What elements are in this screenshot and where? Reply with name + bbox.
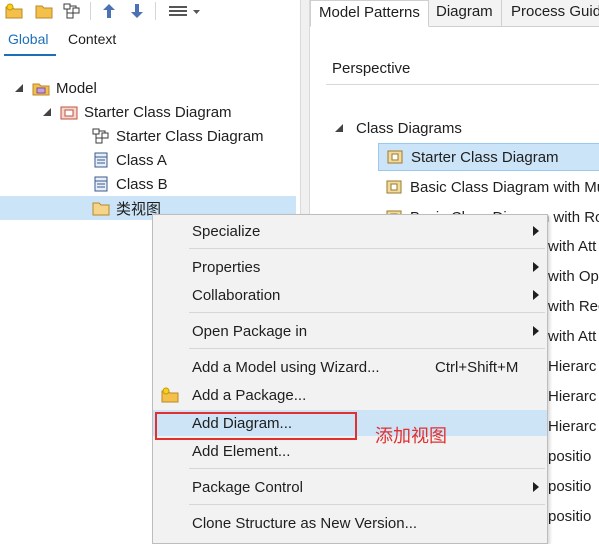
tree-item-label: Starter Class Diagram xyxy=(84,103,232,121)
new-model-icon[interactable] xyxy=(2,0,26,22)
menu-item-properties[interactable]: Properties xyxy=(153,254,547,280)
menu-icon[interactable] xyxy=(164,0,204,22)
tree-item-starter-package[interactable]: Starter Class Diagram xyxy=(40,100,300,124)
submenu-arrow-icon xyxy=(533,482,539,492)
pattern-label: Starter Class Diagram xyxy=(411,148,559,166)
folder-icon xyxy=(92,199,110,217)
perspective-label[interactable]: Perspective xyxy=(332,60,410,77)
tree-item-class-a[interactable]: Class A xyxy=(74,148,300,172)
tree-item-label: Class B xyxy=(116,175,168,193)
menu-item-label: Package Control xyxy=(192,478,303,496)
submenu-arrow-icon xyxy=(533,226,539,236)
pattern-group-class-diagrams[interactable]: Class Diagrams xyxy=(334,116,462,140)
tab-process-guidance[interactable]: Process Guid xyxy=(503,0,599,26)
context-menu: Specialize Properties Collaboration Open… xyxy=(152,214,548,544)
new-folder-icon[interactable] xyxy=(32,0,56,22)
expanded-triangle-icon[interactable] xyxy=(12,81,26,95)
model-package-icon xyxy=(32,79,50,97)
tab-global[interactable]: Global xyxy=(8,31,48,47)
menu-separator xyxy=(189,468,545,469)
menu-item-shortcut: Ctrl+Shift+M xyxy=(435,358,519,376)
submenu-arrow-icon xyxy=(533,326,539,336)
group-label: Class Diagrams xyxy=(356,119,462,137)
menu-item-label: Add a Model using Wizard... xyxy=(192,358,380,376)
menu-separator xyxy=(189,348,545,349)
menu-item-add-model-wizard[interactable]: Add a Model using Wizard... Ctrl+Shift+M xyxy=(153,354,547,380)
pattern-item[interactable]: Starter Class Diagram xyxy=(378,143,599,171)
submenu-arrow-icon xyxy=(533,290,539,300)
tab-model-patterns[interactable]: Model Patterns xyxy=(310,0,429,27)
menu-item-label: Open Package in xyxy=(192,322,308,340)
tree-item-starter-diagram[interactable]: Starter Class Diagram xyxy=(74,124,300,148)
menu-item-label: Specialize xyxy=(192,222,261,240)
menu-item-clone-structure[interactable]: Clone Structure as New Version... xyxy=(153,510,547,536)
menu-item-specialize[interactable]: Specialize xyxy=(153,218,547,244)
diagram-icon[interactable] xyxy=(60,0,84,22)
class-icon xyxy=(92,175,110,193)
class-diagram-icon xyxy=(92,127,110,145)
pattern-item-clipped[interactable]: Hierarc xyxy=(548,355,596,379)
tree-item-class-b[interactable]: Class B xyxy=(74,172,300,196)
annotation-text: 添加视图 xyxy=(375,426,447,447)
expanded-triangle-icon[interactable] xyxy=(40,105,54,119)
add-package-icon xyxy=(161,386,179,404)
menu-item-label: Add a Package... xyxy=(192,386,307,404)
active-tab-indicator xyxy=(4,54,56,56)
menu-item-label: Collaboration xyxy=(192,286,281,304)
menu-separator xyxy=(189,248,545,249)
pattern-icon xyxy=(386,180,402,194)
tree-item-label: Starter Class Diagram xyxy=(116,127,264,145)
pattern-item-clipped[interactable]: positio xyxy=(548,505,591,529)
menu-item-label: Properties xyxy=(192,258,261,276)
pattern-item-clipped[interactable]: Hierarc xyxy=(548,385,596,409)
tree-item-label: Class A xyxy=(116,151,167,169)
pattern-item-clipped[interactable]: positio xyxy=(548,445,591,469)
package-icon xyxy=(60,103,78,121)
menu-item-label: Add Element... xyxy=(192,442,291,460)
pattern-item-clipped[interactable]: with Att xyxy=(548,235,596,259)
menu-item-open-package-in[interactable]: Open Package in xyxy=(153,318,547,344)
menu-item-label: Clone Structure as New Version... xyxy=(192,514,418,532)
menu-separator xyxy=(189,504,545,505)
tree-item-model[interactable]: Model xyxy=(12,76,300,100)
browser-toolbar xyxy=(0,0,300,24)
pattern-item[interactable]: Basic Class Diagram with Mu xyxy=(386,173,599,201)
tab-context[interactable]: Context xyxy=(68,31,116,47)
class-icon xyxy=(92,151,110,169)
pattern-item-clipped[interactable]: with Op xyxy=(548,265,599,289)
expanded-triangle-icon[interactable] xyxy=(334,121,348,135)
pattern-icon xyxy=(387,150,403,164)
pattern-item-clipped[interactable]: with Att xyxy=(548,325,596,349)
menu-item-collaboration[interactable]: Collaboration xyxy=(153,282,547,308)
menu-separator xyxy=(189,312,545,313)
menu-item-add-element[interactable]: Add Element... xyxy=(153,438,547,464)
tab-diagram[interactable]: Diagram xyxy=(428,0,502,26)
move-up-icon[interactable] xyxy=(97,0,121,22)
move-down-icon[interactable] xyxy=(125,0,149,22)
perspective-divider xyxy=(326,84,599,85)
pattern-item-clipped[interactable]: Hierarc xyxy=(548,415,596,439)
tree-item-label: Model xyxy=(56,79,97,97)
browser-tabs: Global Context xyxy=(0,28,300,56)
wizard-tabs: Model Patterns Diagram Process Guid xyxy=(310,0,599,27)
pattern-item-clipped[interactable]: positio xyxy=(548,475,591,499)
menu-item-package-control[interactable]: Package Control xyxy=(153,474,547,500)
submenu-arrow-icon xyxy=(533,262,539,272)
pattern-item-clipped[interactable]: with Rec xyxy=(548,295,599,319)
annotation-highlight-box xyxy=(155,412,357,440)
menu-item-add-package[interactable]: Add a Package... xyxy=(153,382,547,408)
pattern-label: Basic Class Diagram with Mu xyxy=(410,178,599,196)
